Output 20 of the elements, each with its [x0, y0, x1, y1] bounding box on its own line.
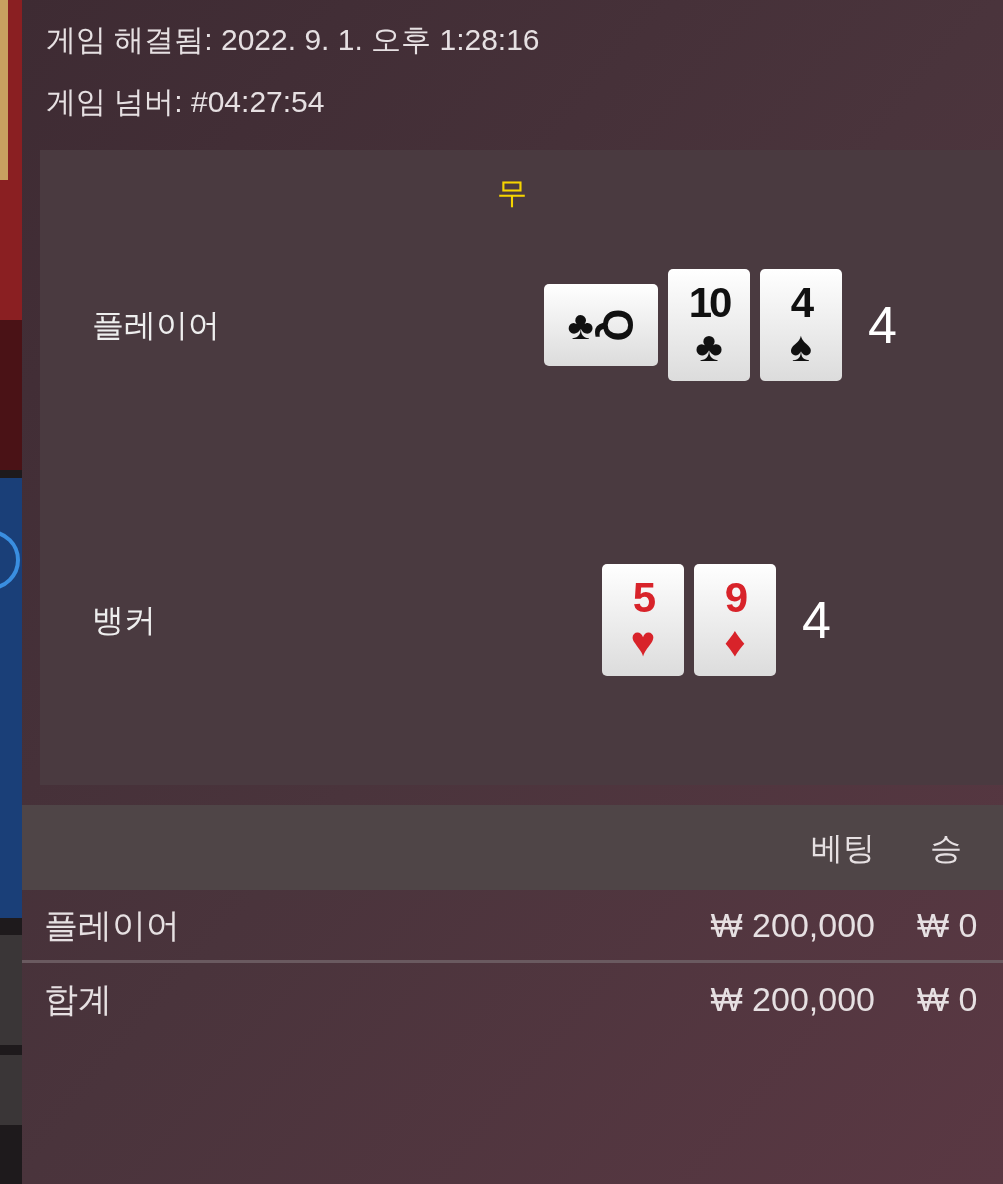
row-label: 합계 — [43, 979, 113, 1020]
column-header: 승 — [929, 828, 963, 868]
hand-score: 4 — [802, 590, 831, 651]
playing-card: 10 ♣ — [668, 269, 750, 381]
playing-card: ♣ Q — [544, 284, 658, 366]
bet-amount: ₩ 200,000 — [709, 979, 875, 1020]
playing-card: 5 ♥ — [602, 564, 684, 676]
hand-label: 뱅커 — [91, 601, 157, 640]
row-label: 플레이어 — [43, 904, 181, 946]
playing-card: 4 ♠ — [760, 269, 842, 381]
hand-label: 플레이어 — [91, 306, 221, 345]
hand-score: 4 — [868, 295, 897, 356]
win-amount: ₩ 0 — [916, 904, 979, 946]
playing-card: 9 ♦ — [694, 564, 776, 676]
game-resolved-time: 게임 해결됨: 2022. 9. 1. 오후 1:28:16 — [46, 22, 541, 58]
outcome-label: 무 — [496, 175, 528, 211]
win-amount: ₩ 0 — [916, 979, 979, 1020]
column-header: 베팅 — [810, 828, 875, 868]
bet-amount: ₩ 200,000 — [709, 904, 875, 946]
game-number: 게임 넘버: #04:27:54 — [46, 84, 326, 120]
